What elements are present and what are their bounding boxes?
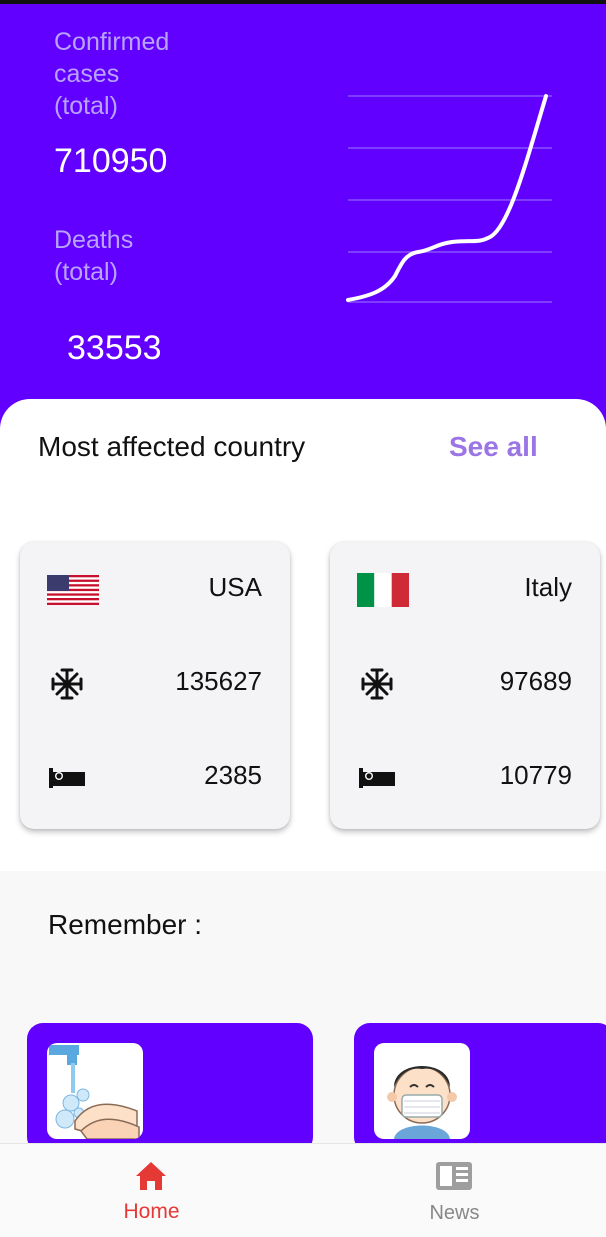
tip-card-face-mask[interactable]	[354, 1023, 606, 1153]
country-card-usa[interactable]: USA 135627 2385	[20, 542, 290, 829]
summary-header: Confirmed cases (total) 710950 Deaths (t…	[0, 4, 606, 444]
nav-item-home[interactable]: Home	[0, 1144, 303, 1237]
deaths-label: Deaths (total)	[54, 226, 134, 286]
nav-item-news[interactable]: News	[303, 1144, 606, 1237]
home-icon	[136, 1162, 166, 1190]
country-card-italy[interactable]: Italy 97689 10779	[330, 542, 600, 829]
face-mask-icon	[374, 1043, 470, 1139]
confirmed-cases-label: Confirmed cases (total)	[54, 28, 170, 120]
nav-label-news: News	[429, 1202, 480, 1224]
country-name: Italy	[524, 572, 572, 602]
news-icon	[436, 1162, 472, 1190]
cases-value: 135627	[175, 666, 262, 696]
trend-sparkline	[346, 94, 552, 303]
italy-flag-icon	[357, 573, 409, 607]
see-all-link[interactable]: See all	[449, 431, 538, 463]
deaths-value: 2385	[204, 760, 262, 790]
bed-icon	[47, 760, 87, 796]
virus-icon	[357, 666, 397, 702]
most-affected-section: Most affected country See all USA 135627…	[0, 399, 606, 871]
remember-title: Remember :	[48, 909, 203, 940]
nav-label-home: Home	[123, 1200, 180, 1223]
hand-washing-icon	[47, 1043, 143, 1139]
deaths-value: 10779	[499, 760, 572, 790]
virus-icon	[47, 666, 87, 702]
bottom-navigation: Home News	[0, 1143, 606, 1237]
tip-card-hand-washing[interactable]	[27, 1023, 313, 1153]
confirmed-cases-value: 710950	[54, 142, 168, 180]
us-flag-icon	[47, 575, 99, 605]
cases-value: 97689	[499, 666, 572, 696]
deaths-value: 33553	[67, 329, 162, 367]
country-name: USA	[208, 572, 262, 602]
bed-icon	[357, 760, 397, 796]
section-title: Most affected country	[38, 431, 306, 462]
